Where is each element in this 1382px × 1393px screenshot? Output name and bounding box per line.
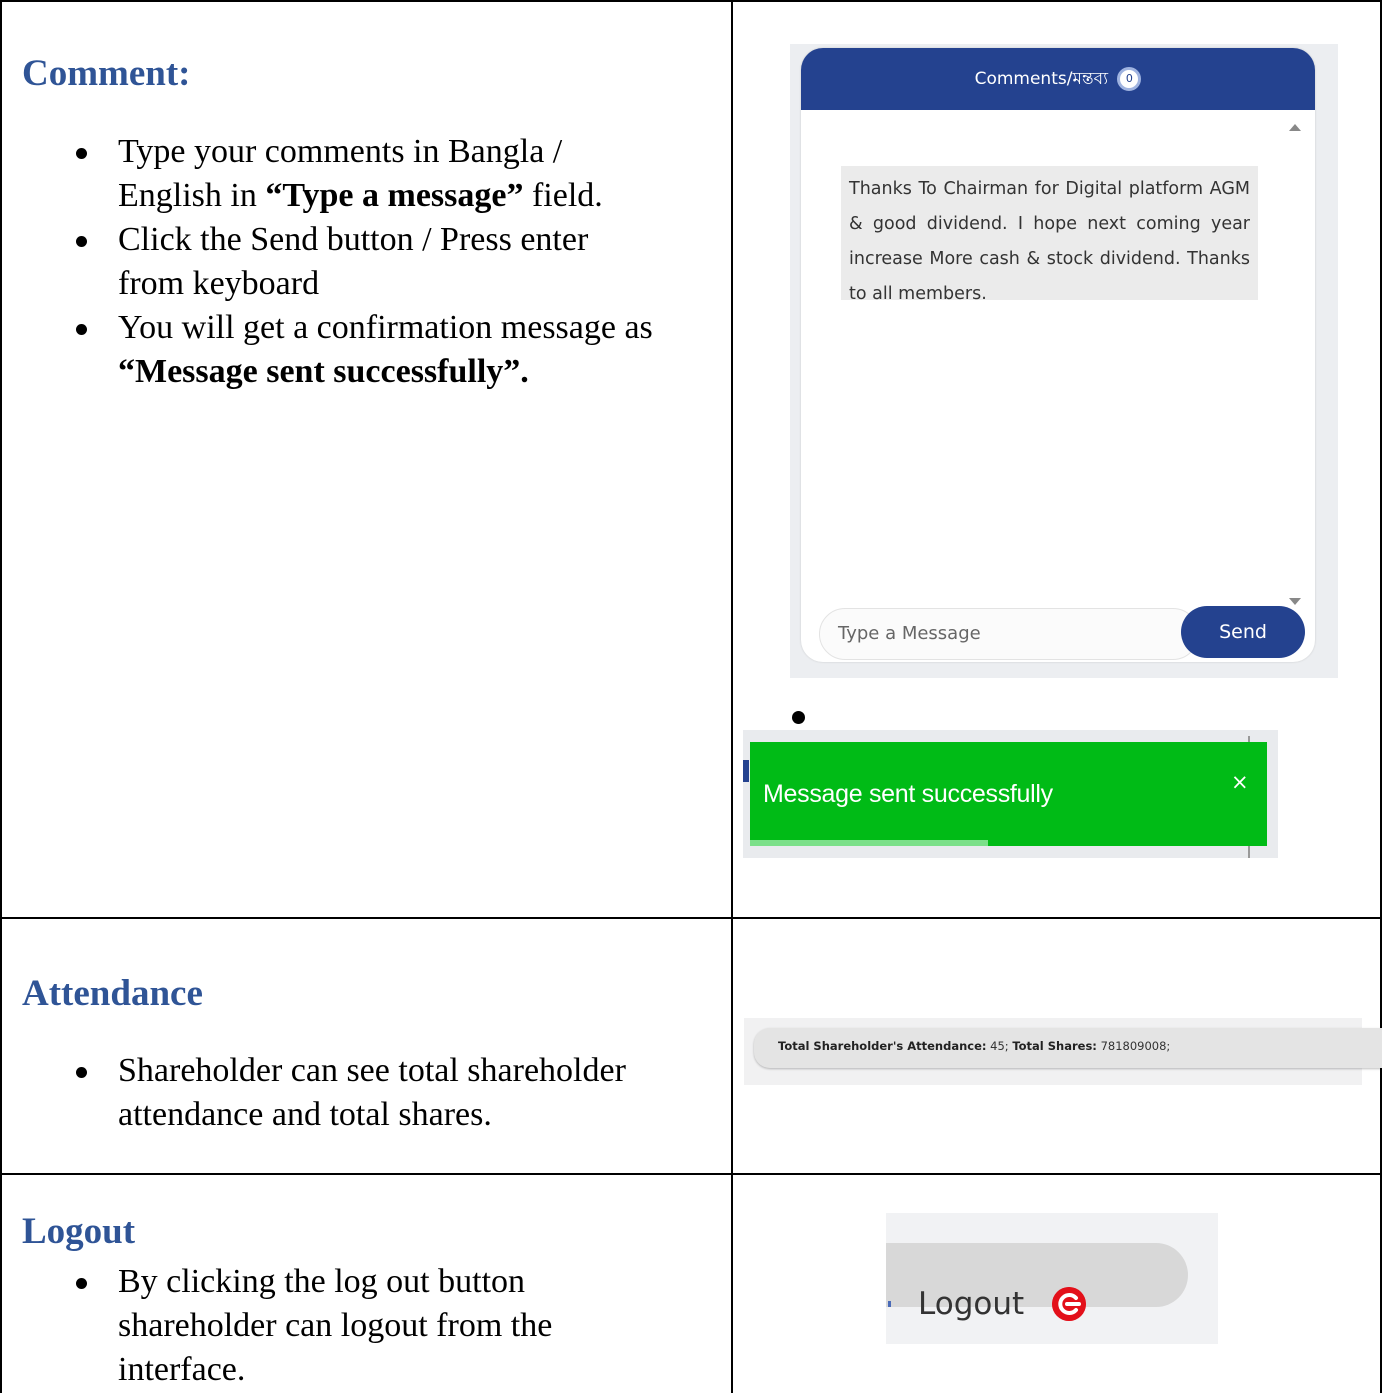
toast-progress-bar <box>750 840 988 846</box>
attendance-line-1: Shareholder can see total shareholder <box>118 1052 626 1089</box>
bullet-dot <box>792 711 805 724</box>
comment-bullet-1: Type your comments in Bangla / English i… <box>74 130 653 218</box>
shares-label: Total Shares: <box>1012 1039 1097 1053</box>
toast-screenshot: Message sent successfully × <box>743 730 1278 858</box>
bullet-3-line-1: You will get a confirmation message as <box>118 309 653 346</box>
chat-card: Comments/মন্তব্য 0 Thanks To Chairman fo… <box>801 48 1315 662</box>
success-toast: Message sent successfully × <box>750 742 1267 846</box>
comment-heading: Comment: <box>22 53 191 94</box>
bullet-1-line-2-bold: “Type a message” <box>265 177 524 214</box>
attendance-bar: Total Shareholder's Attendance: 45; Tota… <box>754 1028 1382 1068</box>
logout-line-3: interface. <box>118 1351 246 1388</box>
logout-heading: Logout <box>22 1211 136 1252</box>
logout-label: Logout <box>918 1286 1025 1322</box>
comment-bullet-3: You will get a confirmation message as “… <box>74 306 653 394</box>
close-icon[interactable]: × <box>1231 772 1249 793</box>
message-input[interactable]: Type a Message <box>819 608 1199 660</box>
chat-message: Thanks To Chairman for Digital platform … <box>841 166 1258 304</box>
bullet-3-line-2-bold: “Message sent successfully”. <box>118 353 529 390</box>
logout-screenshot: Logout <box>886 1213 1218 1344</box>
logout-button[interactable]: Logout <box>886 1243 1188 1321</box>
attendance-summary: Total Shareholder's Attendance: 45; Tota… <box>778 1039 1170 1053</box>
bullet-2-line-1: Click the Send button / Press enter <box>118 221 589 258</box>
attendance-screenshot: Total Shareholder's Attendance: 45; Tota… <box>744 1018 1382 1085</box>
toast-message: Message sent successfully <box>763 780 1053 808</box>
scroll-up-arrow-icon[interactable] <box>1289 124 1301 131</box>
background-fragment <box>743 760 749 782</box>
attendance-value: 45; <box>990 1039 1009 1053</box>
attendance-bullet: Shareholder can see total shareholder at… <box>74 1049 626 1137</box>
logout-line-1: By clicking the log out button <box>118 1263 526 1300</box>
logout-line-2: shareholder can logout from the <box>118 1307 553 1344</box>
comment-bullet-list: Type your comments in Bangla / English i… <box>74 130 653 394</box>
chat-title: Comments/মন্তব্য <box>974 69 1109 89</box>
chat-header: Comments/মন্তব্য 0 <box>801 48 1315 110</box>
comment-bullet-2: Click the Send button / Press enter from… <box>74 218 653 306</box>
bullet-1-line-1: Type your comments in Bangla / <box>118 133 563 170</box>
bullet-1-line-2-post: field. <box>523 177 603 214</box>
attendance-bullet-list: Shareholder can see total shareholder at… <box>74 1049 626 1137</box>
attendance-label: Total Shareholder's Attendance: <box>778 1039 987 1053</box>
comment-count-badge: 0 <box>1117 67 1142 91</box>
chat-widget-screenshot: Comments/মন্তব্য 0 Thanks To Chairman fo… <box>790 44 1338 678</box>
attendance-line-2: attendance and total shares. <box>118 1096 492 1133</box>
bullet-1-line-2-pre: English in <box>118 177 266 214</box>
logout-bullet: By clicking the log out button sharehold… <box>74 1260 552 1392</box>
bullet-2-line-2: from keyboard <box>118 265 320 302</box>
power-icon <box>1052 1287 1086 1321</box>
scroll-down-arrow-icon[interactable] <box>1289 598 1301 605</box>
logout-bullet-list: By clicking the log out button sharehold… <box>74 1260 552 1392</box>
background-fragment <box>888 1301 891 1307</box>
send-button[interactable]: Send <box>1181 606 1305 658</box>
shares-value: 781809008; <box>1100 1039 1171 1053</box>
attendance-heading: Attendance <box>22 973 203 1014</box>
